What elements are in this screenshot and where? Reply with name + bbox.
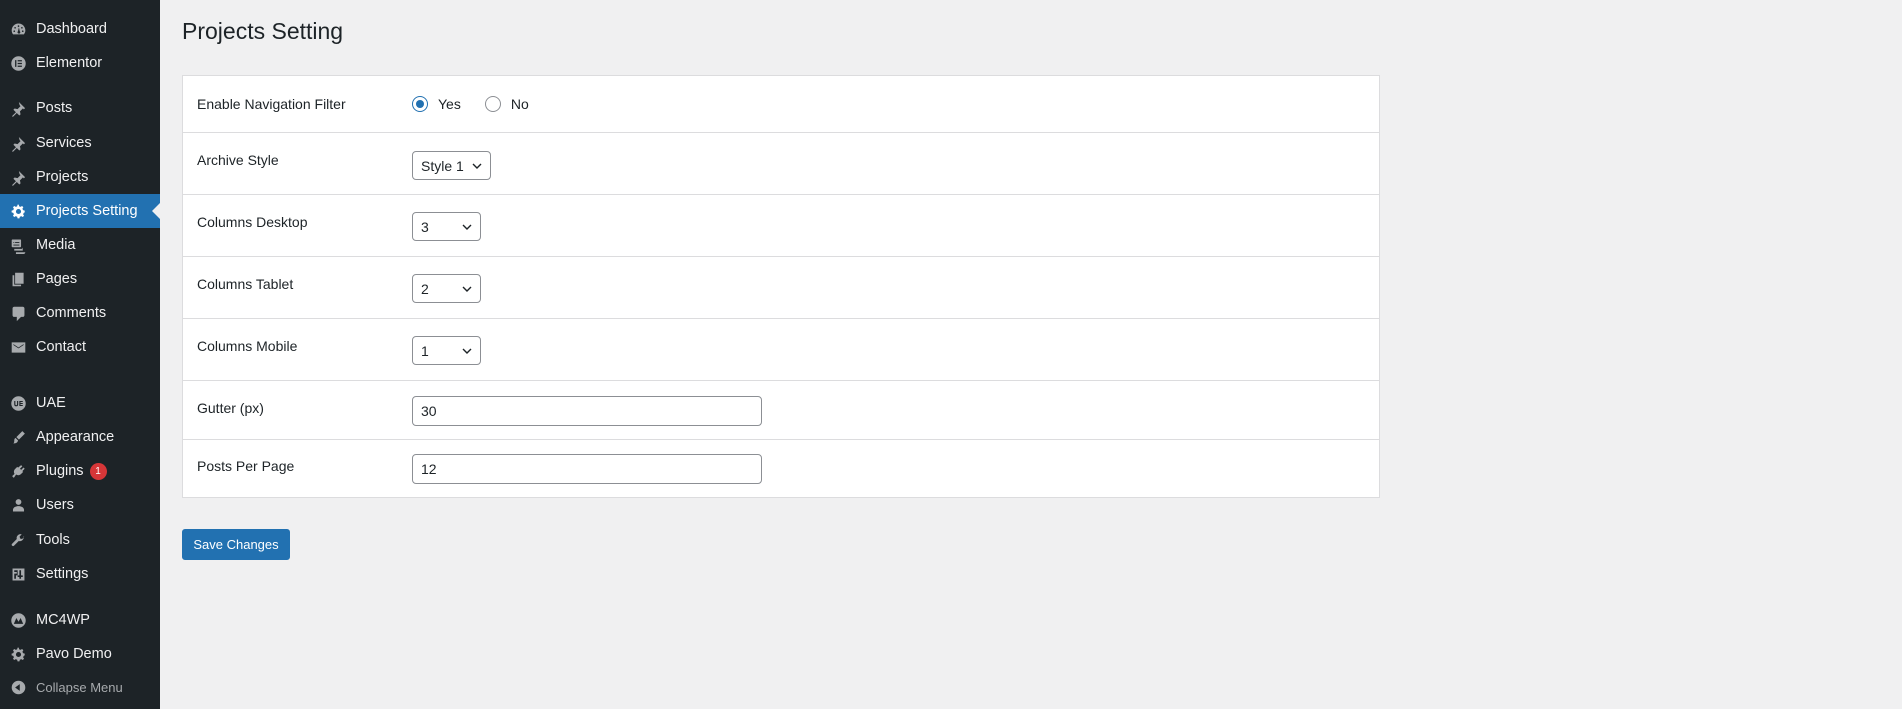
pin-icon — [9, 134, 27, 152]
sidebar-item-plugins[interactable]: Plugins 1 — [0, 454, 160, 488]
sidebar-item-label: Elementor — [36, 55, 103, 71]
dashboard-icon — [9, 20, 27, 38]
sidebar-item-comments[interactable]: Comments — [0, 296, 160, 330]
sidebar-item-label: Collapse Menu — [36, 679, 123, 695]
columns-mobile-select[interactable]: 1 — [412, 336, 481, 365]
plugins-update-badge: 1 — [89, 462, 107, 480]
settings-icon — [9, 565, 27, 583]
sidebar-item-label: Projects — [36, 169, 89, 185]
posts-per-page-label: Posts Per Page — [197, 458, 295, 474]
archive-style-select[interactable]: Style 1 — [412, 151, 491, 180]
columns-tablet-select[interactable]: 2 — [412, 274, 481, 303]
save-changes-button[interactable]: Save Changes — [182, 529, 290, 560]
wrench-icon — [9, 531, 27, 549]
sidebar-item-label: Pavo Demo — [36, 646, 112, 662]
columns-tablet-value: 2 — [421, 280, 429, 297]
sidebar-item-users[interactable]: Users — [0, 488, 160, 522]
sidebar-item-label: Users — [36, 497, 74, 513]
sidebar-item-appearance[interactable]: Appearance — [0, 420, 160, 454]
navigation-filter-no-radio[interactable] — [484, 96, 501, 112]
navigation-filter-no-label[interactable]: No — [511, 96, 529, 112]
posts-per-page-value: 12 — [421, 461, 437, 477]
mail-icon — [9, 338, 27, 356]
page-title: Projects Setting — [182, 18, 344, 44]
sidebar-item-label: UAE — [36, 395, 66, 411]
posts-per-page-input[interactable]: 12 — [412, 454, 762, 484]
setting-row-gutter: Gutter (px) 30 — [183, 381, 1379, 440]
sidebar-item-dashboard[interactable]: Dashboard — [0, 12, 160, 46]
uae-icon — [9, 394, 27, 412]
sidebar-item-elementor[interactable]: Elementor — [0, 46, 160, 80]
sidebar-item-label: Contact — [36, 339, 86, 355]
chevron-down-icon — [462, 224, 472, 230]
plugin-icon — [9, 462, 27, 480]
navigation-filter-label: Enable Navigation Filter — [197, 96, 346, 112]
columns-mobile-value: 1 — [421, 342, 429, 359]
mc4wp-icon — [9, 611, 27, 629]
columns-desktop-select[interactable]: 3 — [412, 212, 481, 241]
pages-icon — [9, 270, 27, 288]
archive-style-label: Archive Style — [197, 152, 279, 168]
columns-desktop-value: 3 — [421, 218, 429, 235]
gutter-label: Gutter (px) — [197, 400, 264, 416]
gutter-value: 30 — [421, 403, 437, 419]
setting-row-navigation-filter: Enable Navigation Filter Yes No — [183, 76, 1379, 133]
sidebar-item-label: Dashboard — [36, 21, 107, 37]
collapse-menu-button[interactable]: Collapse Menu — [0, 670, 160, 704]
sidebar-item-projects[interactable]: Projects — [0, 160, 160, 194]
sidebar-item-label: Projects Setting — [36, 203, 138, 219]
brush-icon — [9, 428, 27, 446]
sidebar-item-label: Plugins — [36, 463, 84, 479]
sidebar-item-label: Services — [36, 135, 92, 151]
archive-style-value: Style 1 — [421, 157, 464, 174]
setting-row-posts-per-page: Posts Per Page 12 — [183, 440, 1379, 498]
sidebar-item-label: Comments — [36, 305, 107, 321]
sidebar-item-label: Tools — [36, 532, 70, 548]
sidebar-item-label: Appearance — [36, 429, 115, 445]
gear-icon — [9, 202, 27, 220]
navigation-filter-yes-label[interactable]: Yes — [438, 96, 461, 112]
elementor-icon — [9, 54, 27, 72]
sidebar-item-label: Settings — [36, 566, 89, 582]
comment-icon — [9, 304, 27, 322]
user-icon — [9, 496, 27, 514]
sidebar-item-uae[interactable]: UAE — [0, 386, 160, 420]
pin-icon — [9, 99, 27, 117]
sidebar-item-contact[interactable]: Contact — [0, 330, 160, 364]
sidebar-item-label: Pages — [36, 271, 78, 287]
setting-row-columns-mobile: Columns Mobile 1 — [183, 319, 1379, 381]
gear-icon — [9, 645, 27, 663]
sidebar-item-pages[interactable]: Pages — [0, 262, 160, 296]
navigation-filter-radio-group: Yes No — [412, 96, 553, 112]
columns-mobile-label: Columns Mobile — [197, 338, 298, 354]
collapse-icon — [9, 678, 27, 696]
media-icon — [9, 236, 27, 254]
sidebar-item-label: Posts — [36, 100, 73, 116]
chevron-down-icon — [462, 348, 472, 354]
chevron-down-icon — [472, 163, 482, 169]
sidebar-item-label: MC4WP — [36, 612, 90, 628]
columns-tablet-label: Columns Tablet — [197, 276, 294, 292]
admin-sidebar: Dashboard Elementor Posts Services Proje… — [0, 0, 160, 709]
sidebar-item-tools[interactable]: Tools — [0, 523, 160, 557]
sidebar-item-label: Media — [36, 237, 76, 253]
sidebar-item-services[interactable]: Services — [0, 126, 160, 160]
gutter-input[interactable]: 30 — [412, 396, 762, 426]
sidebar-item-media[interactable]: Media — [0, 228, 160, 262]
columns-desktop-label: Columns Desktop — [197, 214, 308, 230]
settings-form: Enable Navigation Filter Yes No Archive … — [182, 75, 1380, 498]
sidebar-item-projects-setting[interactable]: Projects Setting — [0, 194, 160, 228]
setting-row-columns-tablet: Columns Tablet 2 — [183, 257, 1379, 319]
chevron-down-icon — [462, 286, 472, 292]
setting-row-columns-desktop: Columns Desktop 3 — [183, 195, 1379, 257]
sidebar-item-mc4wp[interactable]: MC4WP — [0, 603, 160, 637]
sidebar-item-pavo-demo[interactable]: Pavo Demo — [0, 637, 160, 671]
sidebar-item-settings[interactable]: Settings — [0, 557, 160, 591]
pin-icon — [9, 168, 27, 186]
sidebar-item-posts[interactable]: Posts — [0, 91, 160, 125]
navigation-filter-yes-radio[interactable] — [412, 96, 428, 112]
setting-row-archive-style: Archive Style Style 1 — [183, 133, 1379, 195]
